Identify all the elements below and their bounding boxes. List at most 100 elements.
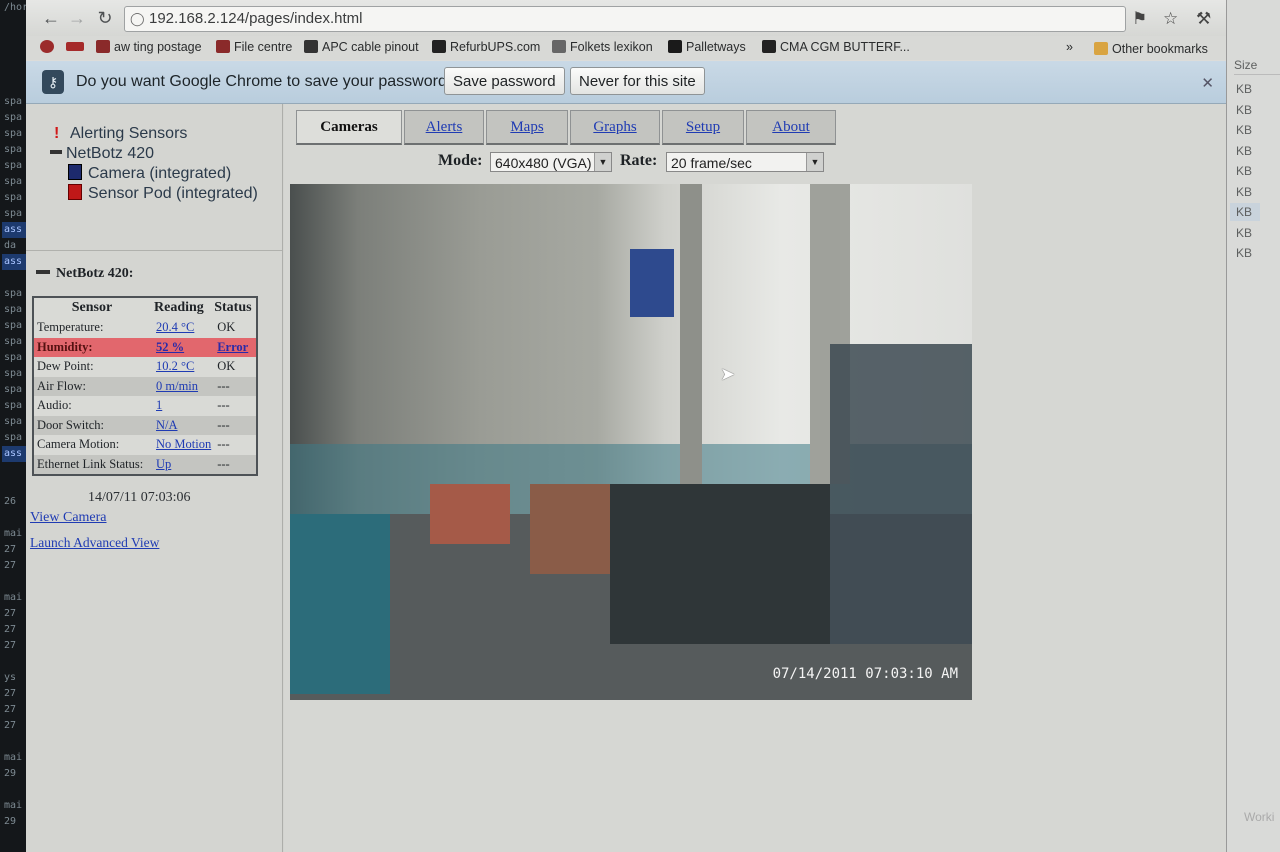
background-terminal: /hor spa spa spa spa spa spa spa spa ass da ass spa…	[0, 0, 26, 852]
sensor-reading-link[interactable]: N/A	[156, 418, 178, 432]
sensor-reading-cell: 10.2 °C	[150, 357, 214, 377]
size-cell: KB	[1236, 82, 1253, 96]
sensor-timestamp: 14/07/11 07:03:06	[88, 490, 191, 505]
size-cell: KB	[1236, 246, 1253, 260]
wrench-icon[interactable]: ⚒	[1196, 9, 1211, 29]
tab-maps-link[interactable]: Maps	[510, 119, 543, 135]
address-url: 192.168.2.124/pages/index.html	[149, 10, 363, 27]
device-tree: ! Alerting Sensors NetBotz 420 Camera (in…	[26, 104, 282, 251]
table-row: Audio: 1 ---	[33, 396, 257, 416]
sensor-name: Temperature:	[37, 320, 104, 335]
blue-table	[290, 514, 390, 694]
other-bookmarks-label: Other bookmarks	[1112, 42, 1208, 56]
terminal-line: spa	[4, 112, 23, 123]
sensor-reading-cell: N/A	[150, 415, 215, 435]
bookmark-1[interactable]: File centre	[216, 40, 292, 54]
tree-netbotz-420[interactable]: NetBotz 420	[50, 145, 154, 163]
browser-window: ← → ↻ ◯ 192.168.2.124/pages/index.html ⚑…	[26, 0, 1227, 852]
sensor-name: Air Flow:	[33, 376, 150, 396]
terminal-line: 27	[4, 624, 17, 635]
sensor-reading-link[interactable]: 1	[156, 398, 162, 412]
tab-about-link[interactable]: About	[772, 119, 810, 135]
sensor-status: ---	[217, 398, 230, 413]
size-cell: KB	[1236, 164, 1253, 178]
view-camera-link[interactable]: View Camera	[30, 510, 107, 526]
bookmark-5[interactable]: Palletways	[668, 40, 746, 54]
bookmarks-overflow-chevron[interactable]: »	[1066, 40, 1073, 54]
terminal-line: ass	[2, 446, 26, 462]
bookmark-icon-2[interactable]	[66, 40, 88, 54]
tab-graphs-link[interactable]: Graphs	[593, 119, 636, 135]
sensor-reading-link[interactable]: 10.2 °C	[156, 359, 194, 373]
terminal-line: mai	[4, 752, 23, 763]
pallet-stack	[430, 484, 510, 544]
mode-select[interactable]: 640x480 (VGA) ▼	[490, 152, 612, 172]
sensor-name: Humidity:	[33, 337, 150, 357]
tree-camera-integrated[interactable]: Camera (integrated)	[68, 164, 231, 183]
tab-graphs[interactable]: Graphs	[570, 110, 660, 145]
workbench	[610, 484, 830, 644]
tab-alerts-link[interactable]: Alerts	[426, 119, 463, 135]
never-for-this-site-button[interactable]: Never for this site	[570, 67, 705, 95]
table-row: Camera Motion: No Motion ---	[33, 435, 257, 455]
sensor-reading-link[interactable]: 52 %	[156, 340, 184, 354]
terminal-line: 27	[4, 720, 17, 731]
bookmark-0[interactable]: aw ting postage	[96, 40, 202, 54]
sensor-reading-link[interactable]: 20.4 °C	[156, 320, 194, 334]
save-password-button[interactable]: Save password	[444, 67, 565, 95]
sensor-status: ---	[214, 454, 257, 475]
tab-maps[interactable]: Maps	[486, 110, 568, 145]
star-icon[interactable]: ☆	[1163, 9, 1178, 29]
terminal-line: ass	[2, 254, 26, 270]
device-icon	[36, 270, 50, 274]
page-action-icon[interactable]: ⚑	[1132, 9, 1147, 29]
bookmark-3[interactable]: RefurbUPS.com	[432, 40, 540, 54]
background-file-window: Size KB KB KB KB KB KB KB KB KB Worki	[1226, 0, 1280, 852]
column-header-sensor: Sensor	[71, 300, 113, 315]
bookmark-label: CMA CGM BUTTERF...	[780, 40, 910, 54]
bookmark-4[interactable]: Folkets lexikon	[552, 40, 653, 54]
sensor-status: ---	[214, 415, 257, 435]
tab-setup[interactable]: Setup	[662, 110, 744, 145]
forward-icon[interactable]: →	[66, 8, 88, 29]
bookmark-icon-1[interactable]	[40, 40, 58, 54]
tree-sensor-pod-integrated[interactable]: Sensor Pod (integrated)	[68, 184, 258, 203]
sensor-name: Audio:	[37, 398, 72, 413]
camera-feed-image[interactable]: ➤ 07/14/2011 07:03:10 AM	[290, 184, 972, 700]
bookmark-label: File centre	[234, 40, 293, 54]
table-row: Temperature: 20.4 °C OK	[33, 318, 257, 338]
tab-setup-link[interactable]: Setup	[686, 119, 720, 135]
bookmark-2[interactable]: APC cable pinout	[304, 40, 419, 54]
status-text: Worki	[1244, 810, 1275, 824]
sensor-reading-cell: 52 %	[150, 337, 215, 357]
bookmark-6[interactable]: CMA CGM BUTTERF...	[762, 40, 910, 54]
sensor-table: Sensor Reading Status Temperature: 20.4 °…	[32, 296, 258, 476]
reload-icon[interactable]: ↻	[94, 8, 116, 29]
sensor-reading-link[interactable]: 0 m/min	[156, 379, 198, 393]
tree-label: Camera (integrated)	[88, 165, 232, 182]
column-header-status: Status	[214, 300, 252, 315]
device-heading: NetBotz 420:	[36, 266, 133, 282]
launch-advanced-view-link[interactable]: Launch Advanced View	[30, 535, 159, 551]
back-icon[interactable]: ←	[40, 8, 62, 29]
sensor-status[interactable]: Error	[214, 337, 257, 357]
terminal-line: 27	[4, 640, 17, 651]
address-bar[interactable]: ◯ 192.168.2.124/pages/index.html	[124, 6, 1126, 32]
tab-alerts[interactable]: Alerts	[404, 110, 484, 145]
sensor-status-error-link[interactable]: Error	[217, 340, 248, 354]
rate-select[interactable]: 20 frame/sec ▼	[666, 152, 824, 172]
sensor-reading-link[interactable]: No Motion	[156, 437, 211, 451]
tab-cameras[interactable]: Cameras	[296, 110, 402, 145]
close-icon[interactable]: ✕	[1201, 74, 1214, 92]
terminal-line: 26	[4, 496, 17, 507]
tree-alerting-sensors[interactable]: ! Alerting Sensors	[54, 125, 187, 143]
sensor-reading-link[interactable]: Up	[156, 457, 171, 471]
tab-about[interactable]: About	[746, 110, 836, 145]
pallet-stack	[530, 484, 620, 574]
other-bookmarks[interactable]: Other bookmarks	[1094, 42, 1208, 56]
sensor-reading-cell: 20.4 °C	[150, 318, 214, 338]
sensor-name: Ethernet Link Status:	[33, 454, 150, 475]
